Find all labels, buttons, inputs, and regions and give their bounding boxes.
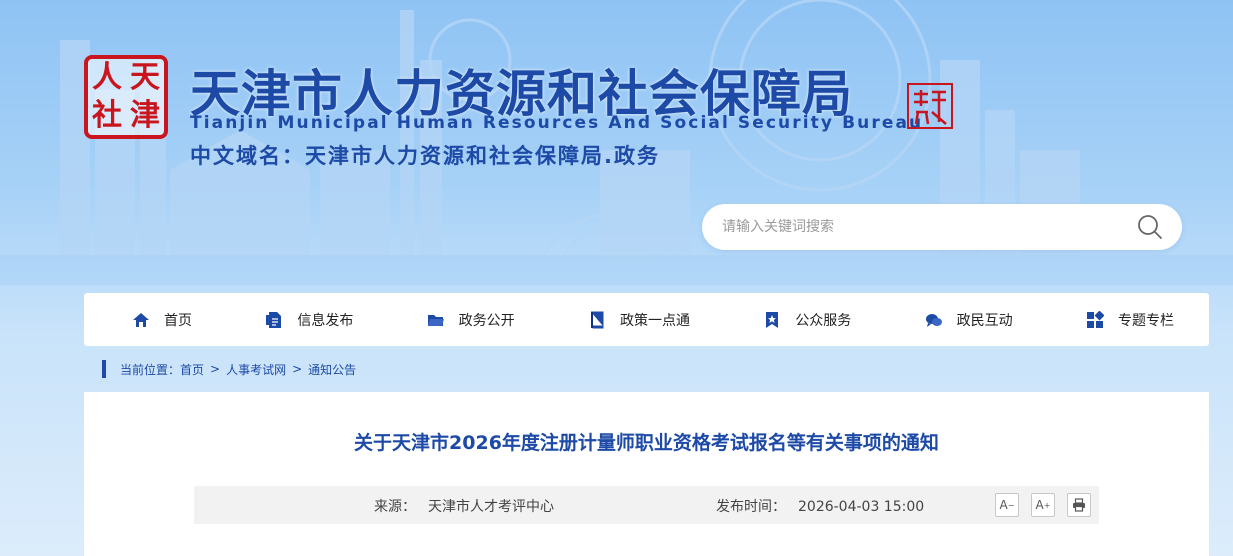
breadcrumb-separator: > xyxy=(210,362,221,376)
article-meta-bar: 来源： 天津市人才考评中心 发布时间： 2026-04-03 15:00 A − A + xyxy=(194,486,1099,524)
site-title-en: Tianjin Municipal Human Resources And So… xyxy=(190,113,924,133)
breadcrumb-exam-site[interactable]: 人事考试网 xyxy=(226,361,286,378)
book-icon xyxy=(590,311,604,328)
article-title: 关于天津市2026年度注册计量师职业资格考试报名等有关事项的通知 xyxy=(354,432,939,454)
breadcrumb-home[interactable]: 首页 xyxy=(180,361,204,378)
gov-seal-icon xyxy=(907,83,953,129)
nav-item-public-service[interactable]: 公众服务 xyxy=(763,310,851,330)
nav-item-interaction[interactable]: 政民互动 xyxy=(925,310,1013,330)
bookmark-star-icon xyxy=(766,311,779,328)
chinese-domain-name: 中文域名：天津市人力资源和社会保障局.政务 xyxy=(190,144,660,168)
print-button[interactable] xyxy=(1067,493,1091,517)
font-increase-button[interactable]: A + xyxy=(1031,493,1055,517)
nav-item-gov-affairs[interactable]: 政务公开 xyxy=(427,310,515,330)
time-label: 发布时间： xyxy=(716,499,786,515)
nav-item-info-release[interactable]: 信息发布 xyxy=(265,310,353,330)
header-banner: 人 天 社 津 天津市人力资源和社会保障局 Tianjin Municipal … xyxy=(0,0,1233,285)
print-icon xyxy=(1073,498,1085,512)
source-label: 来源： xyxy=(374,499,416,515)
font-decrease-button[interactable]: A − xyxy=(995,493,1019,517)
search-icon[interactable] xyxy=(1136,213,1164,241)
chat-icon xyxy=(925,313,942,327)
search-bar xyxy=(702,204,1182,250)
article-source: 来源： 天津市人才考评中心 xyxy=(374,496,554,516)
breadcrumb: 当前位置： 首页 > 人事考试网 > 通知公告 xyxy=(102,359,356,379)
main-navigation: 首页 信息发布 政务公开 政策一点通 公众服务 政民互动 专题专栏 xyxy=(84,293,1209,346)
breadcrumb-notices[interactable]: 通知公告 xyxy=(308,361,356,378)
folder-icon xyxy=(427,314,444,326)
breadcrumb-marker xyxy=(102,360,106,378)
article-publish-time: 发布时间： 2026-04-03 15:00 xyxy=(716,496,924,516)
article-panel: 关于天津市2026年度注册计量师职业资格考试报名等有关事项的通知 来源： 天津市人… xyxy=(84,392,1209,556)
search-input[interactable] xyxy=(722,212,1122,242)
nav-item-home[interactable]: 首页 xyxy=(132,310,192,330)
breadcrumb-prefix: 当前位置： xyxy=(120,362,181,377)
time-value: 2026-04-03 15:00 xyxy=(798,499,925,515)
document-icon xyxy=(266,311,282,328)
breadcrumb-separator: > xyxy=(292,362,303,376)
nav-item-special-topics[interactable]: 专题专栏 xyxy=(1086,310,1174,330)
bureau-seal-logo[interactable]: 人 天 社 津 xyxy=(84,55,168,139)
grid-icon xyxy=(1086,310,1104,328)
source-value: 天津市人才考评中心 xyxy=(428,499,554,515)
home-icon xyxy=(133,312,149,327)
nav-item-policy[interactable]: 政策一点通 xyxy=(588,310,690,330)
